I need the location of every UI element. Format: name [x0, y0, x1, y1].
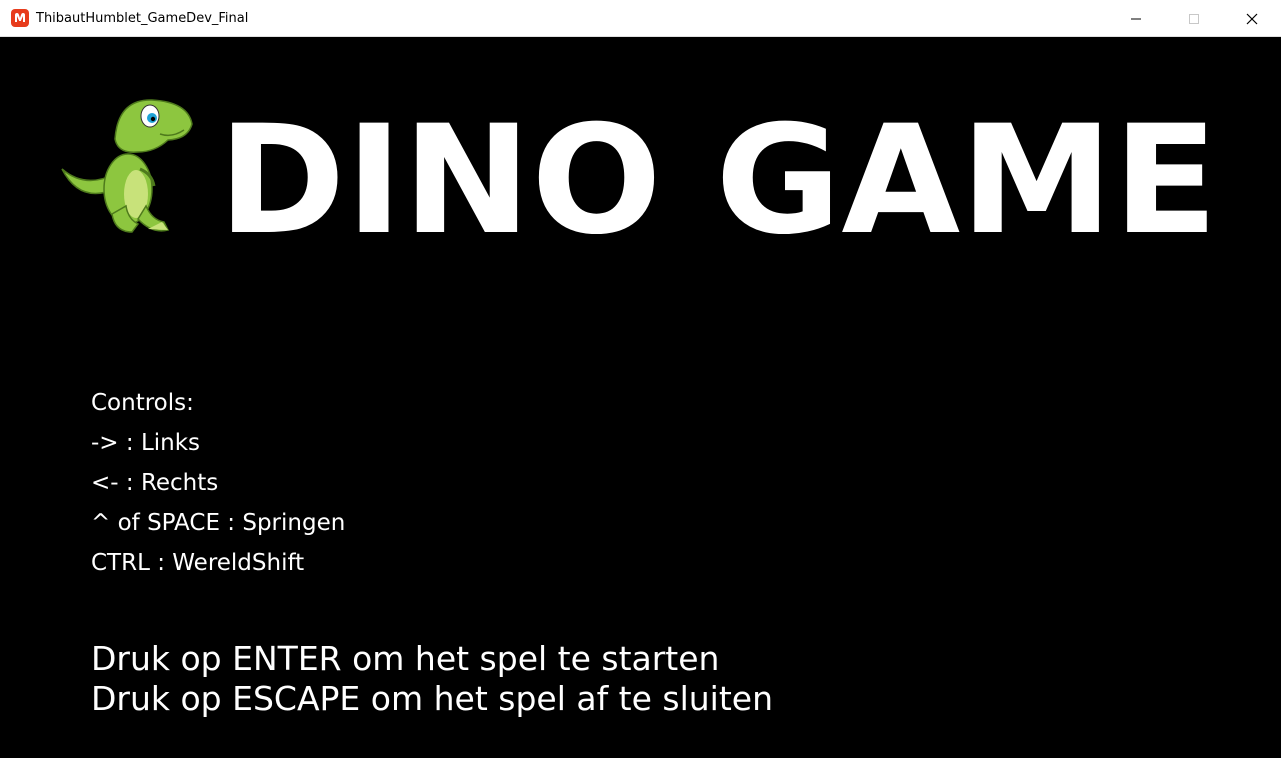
control-jump: ^ of SPACE : Springen — [91, 510, 346, 536]
controls-list: Controls: -> : Links <- : Rechts ^ of SP… — [91, 383, 345, 583]
close-icon — [1246, 13, 1258, 24]
logo-text: DINO GAME — [218, 94, 1218, 234]
control-left: -> : Links — [91, 430, 201, 456]
minimize-button[interactable] — [1107, 0, 1165, 37]
title-bar[interactable]: ThibautHumblet_GameDev_Final — [0, 0, 1281, 37]
control-right: <- : Rechts — [91, 470, 219, 496]
start-prompt: Druk op ENTER om het spel te starten — [91, 639, 720, 678]
prompts: Druk op ENTER om het spel te starten Dru… — [91, 639, 773, 719]
game-viewport[interactable]: DINO GAME Controls: -> : Links <- : Rech… — [0, 38, 1281, 758]
close-button[interactable] — [1223, 0, 1281, 37]
game-logo: DINO GAME — [61, 94, 1218, 234]
minimize-icon — [1131, 18, 1141, 19]
monogame-icon — [10, 8, 30, 28]
game-window: ThibautHumblet_GameDev_Final DINO GAME C… — [0, 0, 1281, 758]
window-controls — [1107, 0, 1281, 37]
dino-mascot — [61, 99, 193, 233]
controls-heading: Controls: — [91, 390, 194, 416]
window-title: ThibautHumblet_GameDev_Final — [36, 10, 249, 26]
quit-prompt: Druk op ESCAPE om het spel af te sluiten — [91, 679, 774, 718]
maximize-button[interactable] — [1165, 0, 1223, 37]
maximize-icon — [1189, 13, 1199, 24]
control-worldshift: CTRL : WereldShift — [91, 550, 305, 576]
